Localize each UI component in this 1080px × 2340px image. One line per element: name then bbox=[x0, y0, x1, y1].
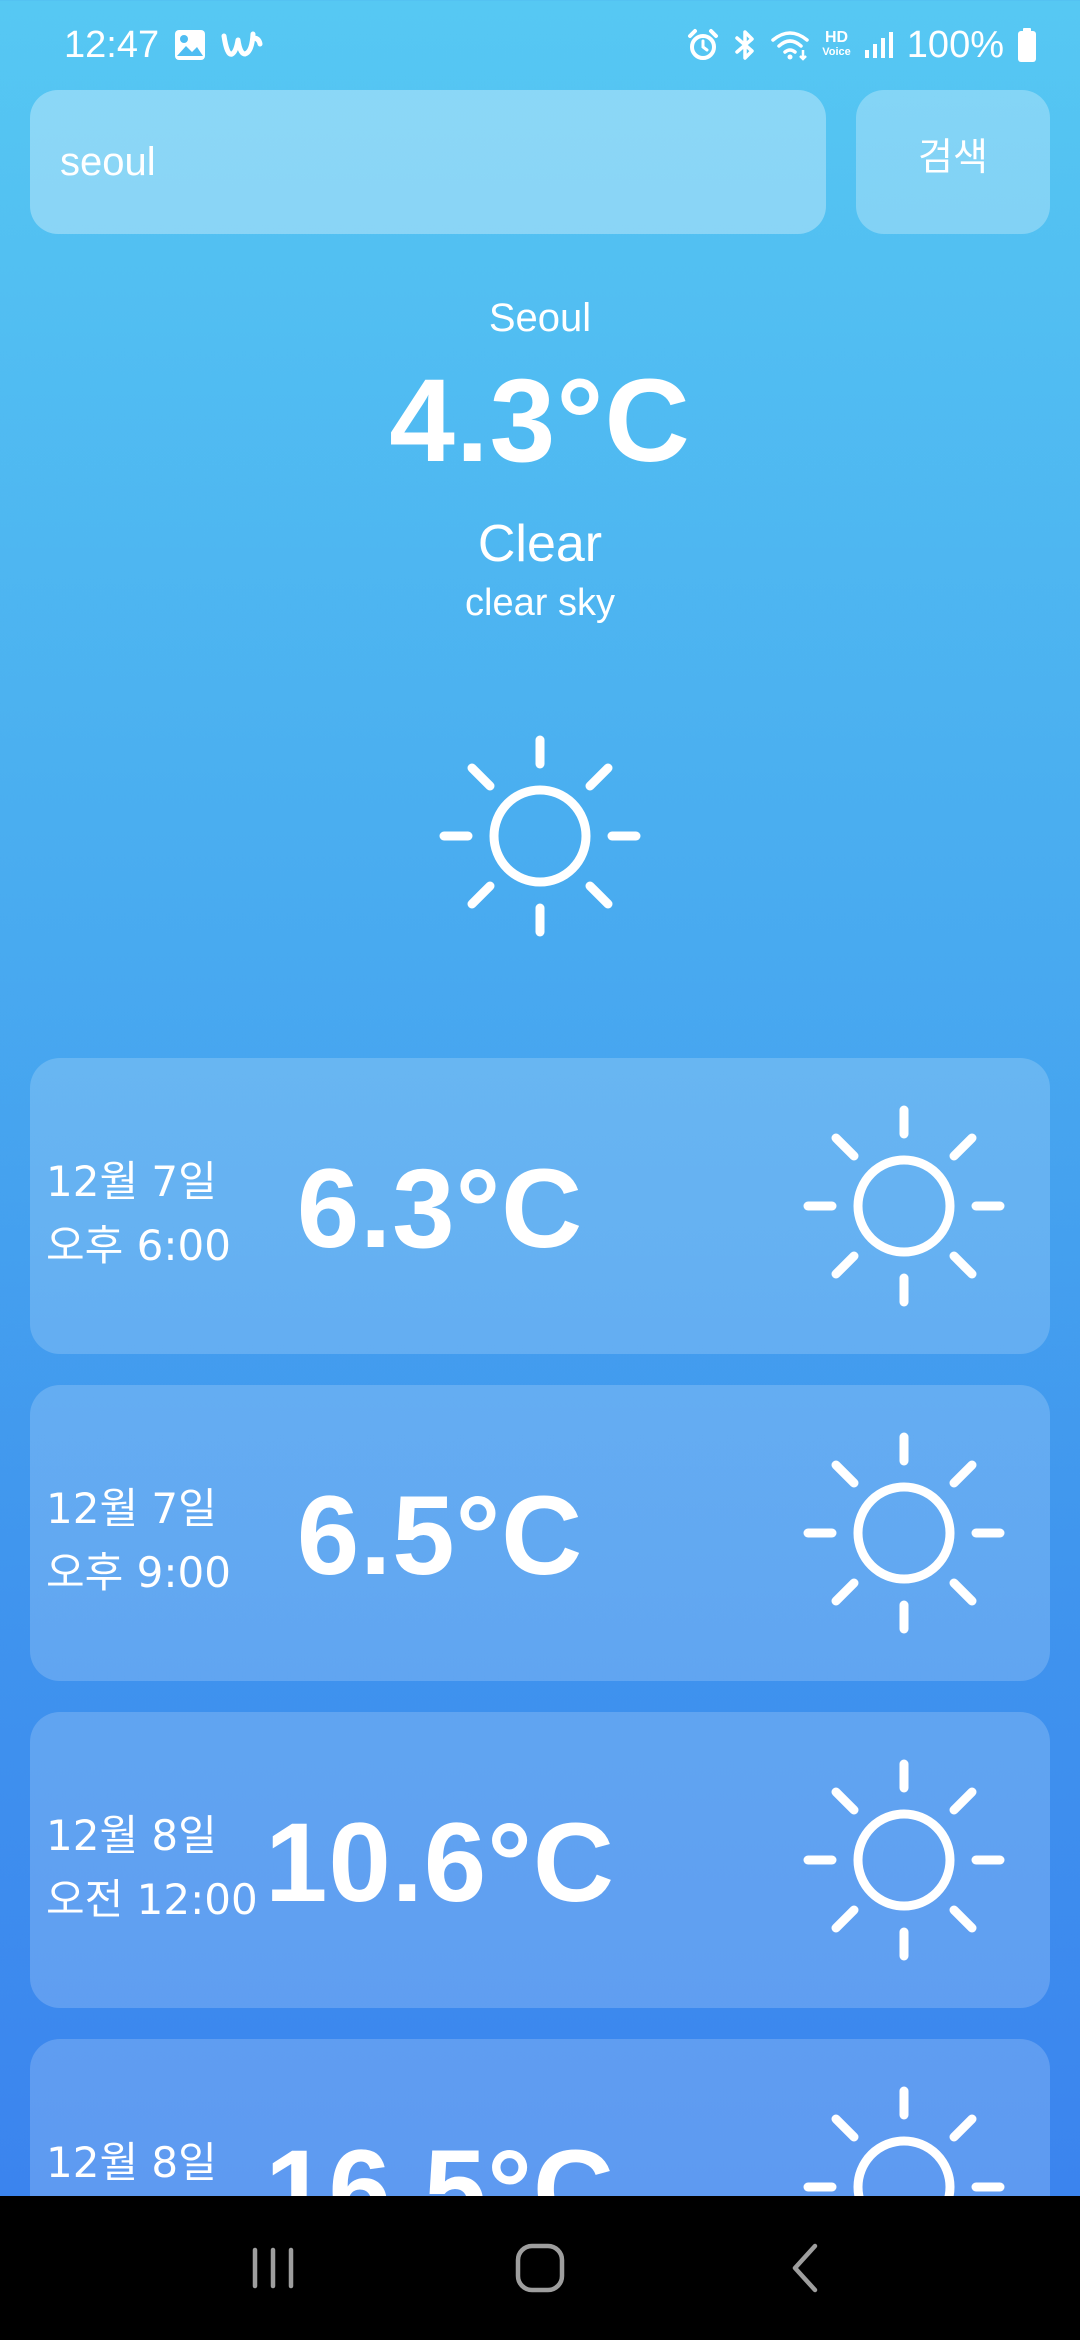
status-bar: 12:47 HD Voice 100% bbox=[0, 0, 1080, 90]
search-button[interactable]: 검색 bbox=[856, 90, 1050, 234]
city-name: Seoul bbox=[488, 296, 592, 340]
home-icon bbox=[515, 2243, 565, 2293]
w-app-icon bbox=[221, 28, 263, 62]
battery-icon bbox=[1016, 27, 1038, 63]
sun-icon bbox=[802, 1104, 1006, 1308]
forecast-card: 12월 8일 오전 12:00 10.6°C bbox=[30, 1712, 1050, 2008]
weather-condition: Clear bbox=[477, 515, 603, 573]
recent-apps-icon bbox=[253, 2247, 294, 2289]
forecast-date: 12월 7일 bbox=[46, 1484, 217, 1533]
hd-voice-icon: HD Voice bbox=[822, 30, 851, 60]
current-temperature: 4.3°C bbox=[389, 355, 691, 487]
back-icon bbox=[792, 2243, 817, 2293]
forecast-date: 12월 8일 bbox=[46, 2138, 217, 2187]
home-button[interactable] bbox=[480, 2218, 600, 2318]
hd-voice-top: HD bbox=[824, 29, 849, 46]
sun-icon bbox=[802, 1431, 1006, 1635]
status-left: 12:47 bbox=[64, 24, 263, 67]
recent-apps-button[interactable] bbox=[213, 2218, 333, 2318]
forecast-time: 오후 6:00 bbox=[46, 1221, 231, 1270]
sun-icon bbox=[802, 1758, 1006, 1962]
forecast-temperature: 6.5°C bbox=[296, 1473, 584, 1598]
search-input[interactable] bbox=[30, 90, 826, 234]
forecast-card: 12월 7일 오후 9:00 6.5°C bbox=[30, 1385, 1050, 1681]
forecast-datetime: 12월 7일 오후 6:00 bbox=[46, 1150, 231, 1278]
signal-icon bbox=[863, 30, 895, 60]
navigation-bar bbox=[0, 2196, 1080, 2340]
forecast-temperature: 6.3°C bbox=[296, 1146, 584, 1271]
gallery-icon bbox=[173, 28, 207, 62]
sun-icon bbox=[438, 734, 642, 938]
forecast-temperature: 10.6°C bbox=[265, 1800, 615, 1925]
battery-text: 100% bbox=[906, 23, 1004, 66]
back-button[interactable] bbox=[747, 2218, 867, 2318]
weather-description: clear sky bbox=[465, 582, 615, 624]
forecast-datetime: 12월 8일 bbox=[46, 2131, 217, 2195]
search-row: 검색 bbox=[30, 90, 1050, 234]
forecast-datetime: 12월 7일 오후 9:00 bbox=[46, 1477, 231, 1605]
wifi-icon bbox=[770, 28, 810, 62]
bluetooth-icon bbox=[732, 28, 758, 62]
forecast-card: 12월 7일 오후 6:00 6.3°C bbox=[30, 1058, 1050, 1354]
hd-voice-bottom: Voice bbox=[822, 46, 851, 58]
forecast-date: 12월 7일 bbox=[46, 1157, 217, 1206]
status-time: 12:47 bbox=[64, 23, 160, 66]
status-right: HD Voice 100% bbox=[686, 24, 1038, 67]
forecast-list: 12월 7일 오후 6:00 6.3°C 12월 7일 오후 9:00 6.5°… bbox=[30, 1058, 1050, 2340]
alarm-icon bbox=[686, 28, 720, 62]
current-weather: Seoul 4.3°C Clear clear sky bbox=[0, 290, 1080, 628]
forecast-time: 오후 9:00 bbox=[46, 1548, 231, 1597]
